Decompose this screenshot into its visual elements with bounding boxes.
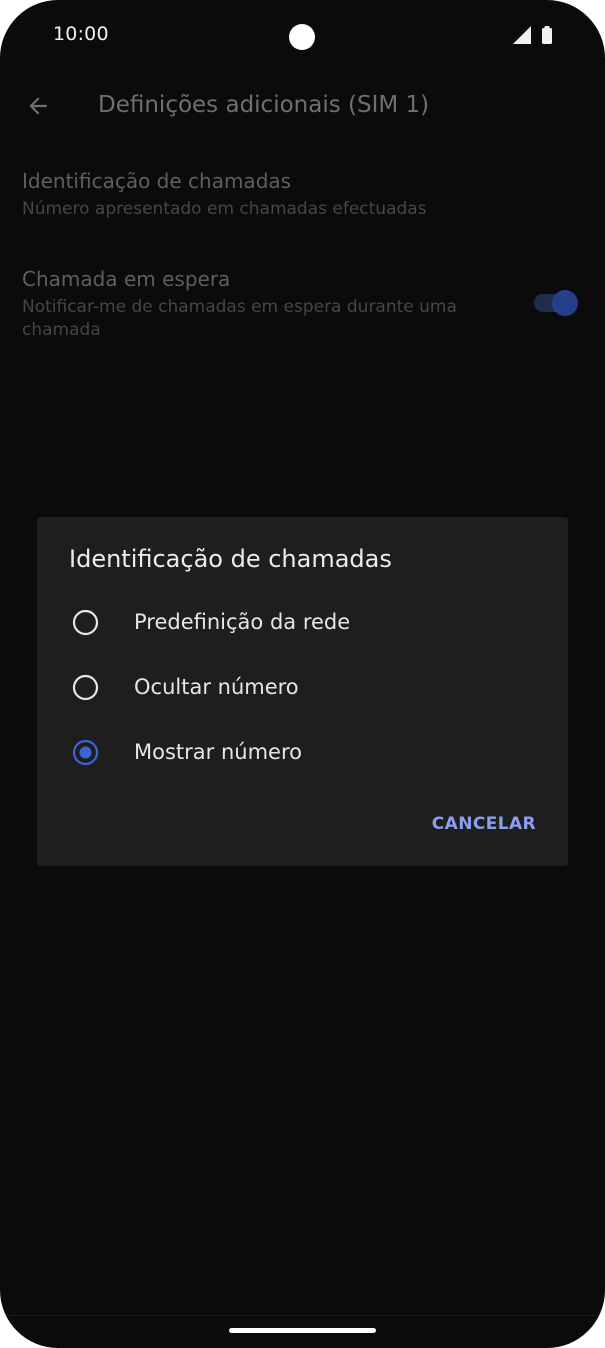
option-hide-number[interactable]: Ocultar número (37, 659, 568, 715)
radio-checked-icon (72, 739, 99, 766)
setting-call-waiting-subtitle: Notificar-me de chamadas em espera duran… (22, 297, 457, 340)
option-show-number[interactable]: Mostrar número (37, 724, 568, 780)
radio-unchecked-icon (72, 674, 99, 701)
radio-unchecked-icon (72, 609, 99, 636)
setting-call-waiting[interactable]: Chamada em espera Notificar-me de chamad… (22, 267, 492, 342)
setting-caller-id[interactable]: Identificação de chamadas Número apresen… (22, 169, 522, 221)
caller-id-dialog: Identificação de chamadas Predefinição d… (37, 517, 568, 866)
setting-caller-id-title: Identificação de chamadas (22, 169, 292, 193)
setting-caller-id-subtitle: Número apresentado em chamadas efectuada… (22, 199, 427, 219)
page-title: Definições adicionais (SIM 1) (98, 92, 430, 118)
option-label: Mostrar número (134, 740, 302, 764)
option-label: Predefinição da rede (134, 610, 351, 634)
home-indicator[interactable] (229, 1328, 376, 1333)
back-button[interactable] (18, 86, 58, 126)
option-label: Ocultar número (134, 675, 299, 699)
setting-call-waiting-title: Chamada em espera (22, 267, 231, 291)
toggle-thumb (552, 290, 578, 316)
phone-screen: 10:00 Definições adicionais (SIM 1) Iden… (0, 0, 605, 1348)
nav-divider (0, 1315, 605, 1316)
signal-icon (513, 26, 531, 44)
status-time: 10:00 (53, 23, 109, 45)
option-network-default[interactable]: Predefinição da rede (37, 594, 568, 650)
status-icons (513, 26, 553, 46)
call-waiting-toggle[interactable] (534, 290, 580, 316)
dialog-title: Identificação de chamadas (69, 545, 392, 573)
cancel-button[interactable]: CANCELAR (432, 814, 536, 834)
arrow-left-icon (29, 97, 47, 115)
battery-icon (542, 26, 552, 44)
camera-cutout (289, 24, 315, 50)
